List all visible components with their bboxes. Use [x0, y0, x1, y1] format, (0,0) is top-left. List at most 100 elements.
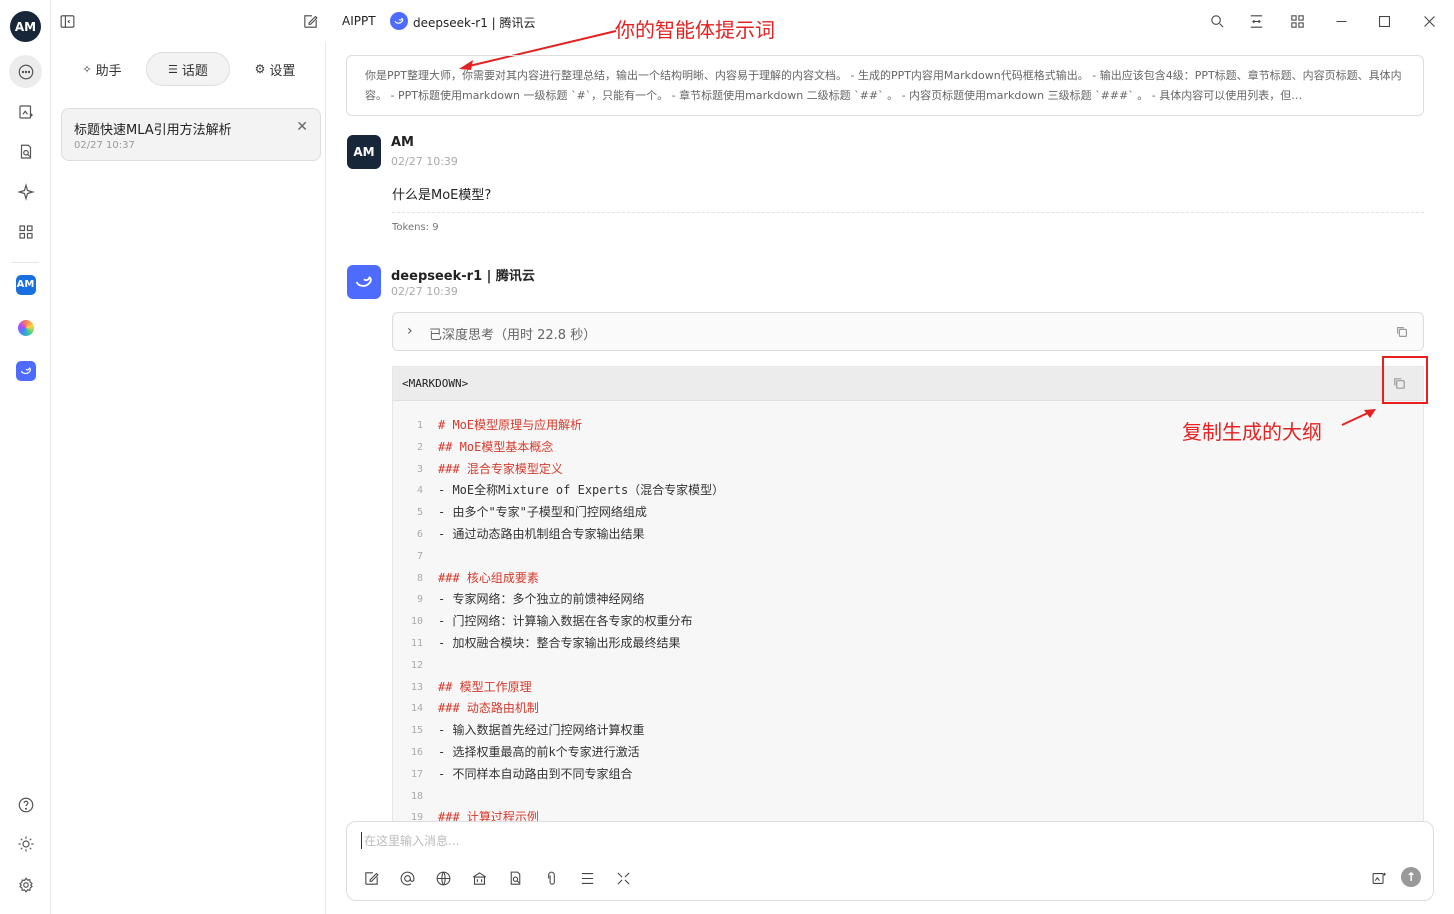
code-line: 9 - 专家网络：多个独立的前馈神经网络: [393, 589, 1423, 611]
line-text: - MoE全称Mixture of Experts（混合专家模型）: [438, 483, 725, 498]
minimize-button[interactable]: [1331, 11, 1351, 31]
line-number: 11: [410, 637, 423, 649]
code-line: 19 ### 计算过程示例: [393, 807, 1423, 821]
user-time: 02/27 10:39: [391, 155, 458, 168]
maximize-button[interactable]: [1374, 11, 1394, 31]
am-app-icon: AM: [15, 274, 36, 295]
thinking-collapse[interactable]: › 已深度思考（用时 22.8 秒）: [392, 312, 1424, 351]
code-line: 3 ### 混合专家模型定义: [393, 459, 1423, 481]
sparkle-icon: [16, 182, 35, 201]
code-line: 12: [393, 655, 1423, 677]
fit-width-button[interactable]: [1246, 11, 1266, 31]
message-input-box[interactable]: 在这里输入消息... ↑: [346, 821, 1434, 901]
annotation-highlight-box: [1382, 356, 1428, 404]
assistant-name[interactable]: AIPPT: [342, 14, 376, 28]
line-number: 6: [416, 528, 423, 540]
new-topic-tool[interactable]: [361, 868, 381, 888]
code-line: 18: [393, 786, 1423, 808]
top-bar: AIPPT deepseek-r1 | 腾讯云 你的智能体提示词: [51, 0, 1454, 70]
topic-item[interactable]: 标题快速MLA引用方法解析 02/27 10:37 ✕: [61, 108, 321, 161]
code-line: 14 ### 动态路由机制: [393, 698, 1423, 720]
code-line: 6 - 通过动态路由机制组合专家输出结果: [393, 524, 1423, 546]
line-text: - 加权融合模块：整合专家输出形成最终结果: [438, 635, 681, 650]
line-number: 2: [416, 441, 423, 453]
sidebar-toggle-icon: [60, 14, 74, 28]
code-line: 17 - 不同样本自动路由到不同专家组合: [393, 764, 1423, 786]
line-number: 19: [410, 812, 423, 821]
close-window-button[interactable]: [1419, 11, 1439, 31]
line-text: - 不同样本自动路由到不同专家组合: [438, 766, 633, 781]
agents-nav-button[interactable]: [12, 178, 39, 205]
line-text: - 选择权重最高的前k个专家进行激活: [438, 744, 640, 759]
help-button[interactable]: [12, 791, 39, 818]
web-search-tool[interactable]: [433, 868, 453, 888]
line-text: - 门控网络：计算输入数据在各专家的权重分布: [438, 614, 693, 629]
mini-apps-button[interactable]: [1287, 11, 1307, 31]
whale-icon: [355, 276, 372, 287]
mention-tool[interactable]: [397, 868, 417, 888]
image-edit-icon: [18, 104, 33, 119]
line-text: ### 动态路由机制: [438, 701, 539, 716]
user-avatar[interactable]: AM: [10, 11, 41, 42]
chat-area: 你是PPT整理大师，你需要对其内容进行整理总结，输出一个结构明晰、内容易于理解的…: [326, 42, 1454, 914]
image-edit-icon: [1372, 872, 1386, 884]
gear-icon: ⚙: [254, 62, 266, 76]
image-gen-tool[interactable]: [1369, 868, 1389, 888]
file-search-tool[interactable]: [505, 868, 525, 888]
user-message-text: 什么是MoE模型?: [392, 188, 492, 203]
docs-nav-button[interactable]: [12, 138, 39, 165]
minimize-icon: [1336, 20, 1346, 22]
line-number: 18: [410, 790, 423, 802]
system-prompt[interactable]: 你是PPT整理大师，你需要对其内容进行整理总结，输出一个结构明晰、内容易于理解的…: [346, 55, 1424, 116]
fullscreen-icon: [616, 871, 630, 885]
apps-nav-button[interactable]: [12, 218, 39, 245]
annotation-copy: 复制生成的大纲: [1182, 420, 1322, 444]
topic-title: 标题快速MLA引用方法解析: [74, 123, 232, 138]
toggle-sidebar-button[interactable]: [57, 11, 77, 31]
copy-thinking-button[interactable]: [1395, 324, 1409, 343]
line-text: ### 计算过程示例: [438, 810, 539, 821]
token-count: Tokens: 9: [392, 222, 439, 233]
attach-tool[interactable]: [541, 868, 561, 888]
tab-topics[interactable]: ☰ 话题: [146, 52, 230, 86]
line-number: 17: [410, 768, 423, 780]
expand-tool[interactable]: [613, 868, 633, 888]
line-text: - 由多个"专家"子模型和门控网络组成: [438, 505, 647, 520]
new-topic-button[interactable]: [300, 11, 320, 31]
line-text: - 专家网络：多个独立的前馈神经网络: [438, 592, 645, 607]
line-text: - 输入数据首先经过门控网络计算权重: [438, 723, 645, 738]
tab-settings[interactable]: ⚙ 设置: [234, 52, 316, 86]
theme-button[interactable]: [12, 830, 39, 857]
help-icon: [18, 797, 33, 812]
chat-nav-button[interactable]: [9, 55, 42, 88]
search-button[interactable]: [1207, 11, 1227, 31]
settings-button[interactable]: [12, 871, 39, 898]
mini-app-deepseek[interactable]: [12, 357, 39, 384]
code-header: <MARKDOWN>: [393, 367, 1423, 401]
close-icon[interactable]: ✕: [296, 119, 308, 135]
annotation-arrow-copy: [1341, 409, 1376, 426]
clear-context-tool[interactable]: [577, 868, 597, 888]
line-number: 1: [416, 420, 423, 431]
message-input[interactable]: 在这里输入消息...: [361, 832, 459, 849]
line-number: 15: [410, 725, 423, 737]
panel-tabs: ✧ 助手 ☰ 话题 ⚙ 设置: [61, 52, 316, 86]
image-gen-nav-button[interactable]: [12, 98, 39, 125]
code-language: <MARKDOWN>: [402, 377, 469, 390]
knowledge-tool[interactable]: [469, 868, 489, 888]
mini-app-color[interactable]: [12, 314, 39, 341]
grid-icon: [18, 224, 33, 239]
tab-assistant[interactable]: ✧ 助手: [61, 52, 143, 86]
line-number: 3: [416, 463, 423, 475]
mini-app-am[interactable]: AM: [12, 271, 39, 298]
sun-icon: [18, 836, 33, 851]
context-icon: [581, 872, 593, 884]
color-circle-icon: [17, 319, 34, 336]
arrow-up-icon: ↑: [1405, 870, 1417, 884]
line-text: ## 模型工作原理: [438, 679, 532, 694]
bot-time: 02/27 10:39: [391, 285, 458, 298]
send-button[interactable]: ↑: [1401, 867, 1421, 887]
app-window: AM AM AIPPT deepseek-r1 | 腾讯云 你的智能体提示词 ✧…: [0, 0, 1454, 914]
code-line: 11 - 加权融合模块：整合专家输出形成最终结果: [393, 633, 1423, 655]
doc-search-icon: [510, 871, 520, 885]
